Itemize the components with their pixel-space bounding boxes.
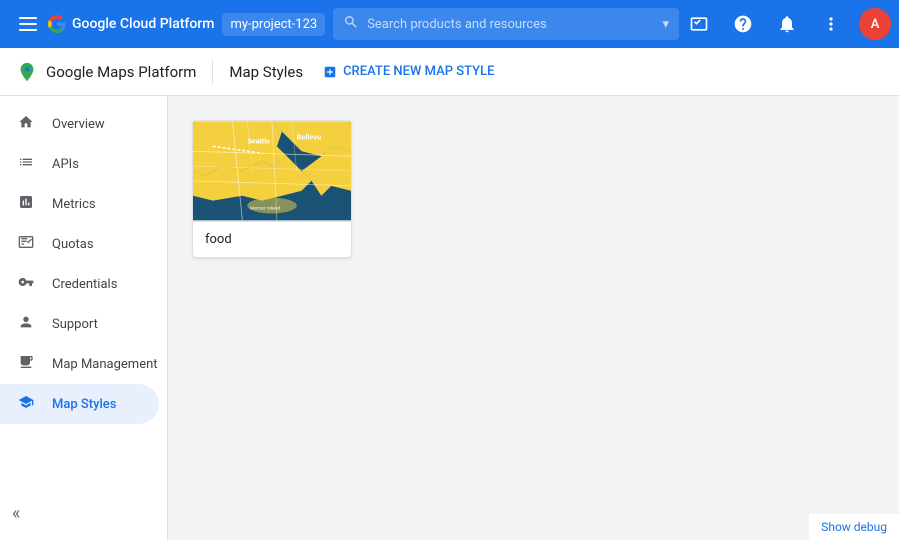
support-icon (16, 314, 36, 334)
svg-text:Seattle: Seattle (247, 138, 270, 145)
map-styles-icon (16, 394, 36, 414)
quotas-icon (16, 234, 36, 254)
map-styles-grid: Seattle Bellevu Mercer Island (192, 120, 875, 258)
map-thumbnail-svg: Seattle Bellevu Mercer Island (193, 121, 351, 221)
create-map-style-button[interactable]: CREATE NEW MAP STYLE (315, 58, 502, 85)
sidebar-item-apis[interactable]: APIs (0, 144, 159, 184)
debug-bar[interactable]: Show debug (809, 514, 899, 540)
main-content: Seattle Bellevu Mercer Island (168, 96, 899, 540)
app-title: Google Maps Platform (46, 63, 196, 81)
more-options-button[interactable] (811, 4, 851, 44)
map-style-card-food[interactable]: Seattle Bellevu Mercer Island (192, 120, 352, 258)
sidebar-item-metrics[interactable]: Metrics (0, 184, 159, 224)
app-logo: Google Maps Platform (16, 61, 196, 83)
sidebar-item-map-management[interactable]: Map Management (0, 344, 159, 384)
sidebar-item-overview[interactable]: Overview (0, 104, 159, 144)
sidebar-item-credentials[interactable]: Credentials (0, 264, 159, 304)
topbar-actions: A (679, 4, 891, 44)
sidebar: Overview APIs Metrics Quotas Credentials (0, 96, 168, 540)
search-expand-icon[interactable]: ▾ (662, 17, 669, 32)
menu-icon[interactable] (8, 4, 48, 44)
svg-text:Mercer Island: Mercer Island (250, 206, 280, 212)
subheader: Google Maps Platform Map Styles CREATE N… (0, 48, 899, 96)
page-title: Map Styles (229, 63, 303, 81)
sidebar-item-quotas[interactable]: Quotas (0, 224, 159, 264)
home-icon (16, 114, 36, 134)
topbar-logo-text: Google Cloud Platform (72, 16, 214, 32)
map-management-icon (16, 354, 36, 374)
svg-text:Bellevu: Bellevu (297, 134, 322, 141)
key-icon (16, 274, 36, 294)
google-logo: Google Cloud Platform (48, 15, 214, 33)
search-input[interactable] (367, 17, 654, 32)
map-card-food-label: food (193, 221, 351, 257)
metrics-icon (16, 194, 36, 214)
map-thumbnail: Seattle Bellevu Mercer Island (193, 121, 351, 221)
maps-pin-icon (16, 61, 38, 83)
layout: Overview APIs Metrics Quotas Credentials (0, 96, 899, 540)
sidebar-collapse-button[interactable]: « (12, 503, 20, 524)
project-selector[interactable]: my-project-123 (222, 13, 325, 36)
sidebar-item-support[interactable]: Support (0, 304, 159, 344)
list-icon (16, 154, 36, 174)
search-bar[interactable]: ▾ (333, 8, 679, 40)
cloud-shell-button[interactable] (679, 4, 719, 44)
user-avatar[interactable]: A (859, 8, 891, 40)
search-icon (343, 14, 359, 34)
sidebar-item-map-styles[interactable]: Map Styles (0, 384, 159, 424)
subheader-divider (212, 60, 213, 84)
help-button[interactable] (723, 4, 763, 44)
notifications-button[interactable] (767, 4, 807, 44)
topbar: Google Cloud Platform my-project-123 ▾ A (0, 0, 899, 48)
